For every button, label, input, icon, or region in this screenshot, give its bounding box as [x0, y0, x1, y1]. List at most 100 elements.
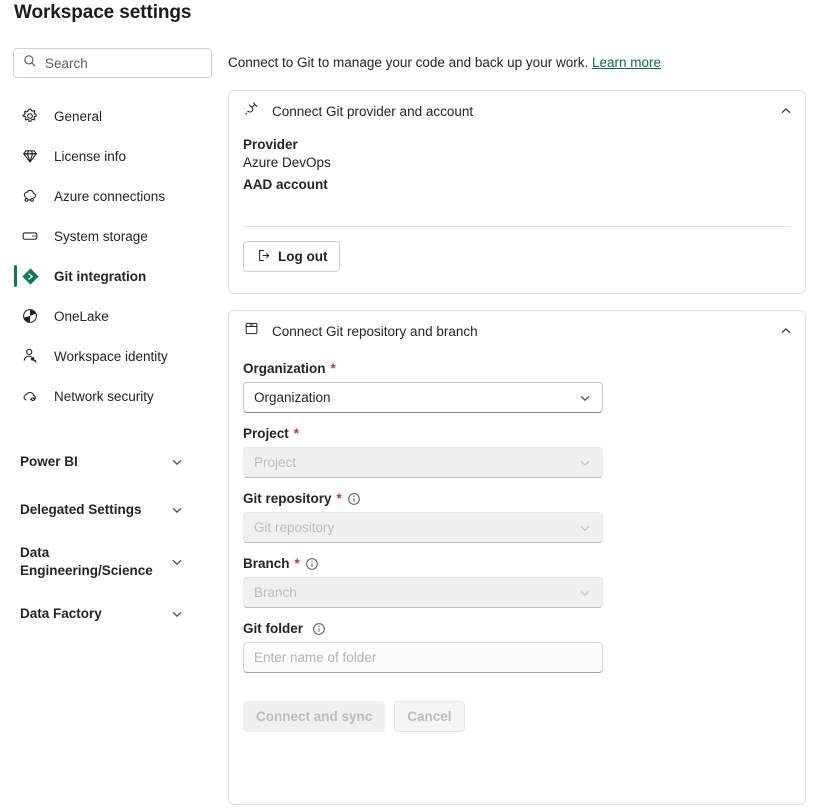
search-icon — [23, 54, 37, 73]
connect-git-provider-card: Connect Git provider and account Provide… — [228, 90, 806, 294]
project-dropdown[interactable]: Project — [243, 447, 603, 478]
info-icon[interactable] — [312, 622, 326, 636]
sidebar-group-delegated-settings[interactable]: Delegated Settings — [0, 486, 225, 534]
git-integration-panel: Connect to Git to manage your code and b… — [228, 0, 825, 810]
git-repository-dropdown[interactable]: Git repository — [243, 512, 603, 543]
project-placeholder: Project — [254, 455, 297, 470]
panel-description: Connect to Git to manage your code and b… — [228, 55, 661, 70]
search-placeholder: Search — [45, 55, 88, 71]
chevron-down-icon — [170, 555, 184, 569]
repo-card-actions: Connect and sync Cancel — [243, 701, 791, 732]
chevron-down-icon — [170, 607, 184, 621]
chevron-up-icon[interactable] — [779, 324, 793, 338]
organization-field-label: Organization * — [243, 361, 791, 376]
settings-sidebar: Search General License info Azure connec… — [0, 40, 225, 810]
organization-value: Organization — [254, 390, 331, 405]
branch-field-label: Branch * — [243, 556, 791, 571]
cancel-button[interactable]: Cancel — [394, 701, 465, 732]
connect-and-sync-button[interactable]: Connect and sync — [243, 701, 386, 732]
git-folder-label-text: Git folder — [243, 621, 303, 636]
workspace-settings-page: Workspace settings Search General Licens… — [0, 0, 825, 810]
cloud-link-icon — [20, 186, 40, 206]
git-repository-placeholder: Git repository — [254, 520, 335, 535]
sidebar-groups: Power BI Delegated Settings Data Enginee… — [0, 438, 225, 638]
info-icon[interactable] — [347, 492, 361, 506]
git-diamond-icon — [20, 266, 40, 286]
sidebar-group-label: Delegated Settings — [20, 501, 142, 517]
chevron-down-icon — [578, 456, 592, 470]
info-icon[interactable] — [305, 557, 319, 571]
sidebar-item-label: Network security — [54, 388, 154, 404]
repository-box-icon — [243, 320, 260, 342]
required-asterisk: * — [336, 491, 342, 506]
search-input[interactable]: Search — [13, 48, 212, 78]
project-field-label: Project * — [243, 426, 791, 441]
required-asterisk: * — [330, 361, 336, 376]
person-key-icon — [20, 346, 40, 366]
sidebar-item-workspace-identity[interactable]: Workspace identity — [0, 336, 225, 376]
repo-card-header[interactable]: Connect Git repository and branch — [229, 311, 805, 351]
chevron-down-icon — [578, 586, 592, 600]
aad-account-label: AAD account — [243, 177, 328, 192]
git-folder-placeholder: Enter name of folder — [254, 650, 377, 665]
branch-label-text: Branch — [243, 556, 290, 571]
provider-card-header[interactable]: Connect Git provider and account — [229, 91, 805, 131]
organization-label-text: Organization — [243, 361, 326, 376]
provider-card-title: Connect Git provider and account — [272, 103, 474, 119]
cloud-shield-icon — [20, 386, 40, 406]
provider-card-body: Provider Azure DevOps AAD account — [229, 137, 805, 192]
git-repository-field-label: Git repository * — [243, 491, 791, 506]
sidebar-item-onelake[interactable]: OneLake — [0, 296, 225, 336]
required-asterisk: * — [294, 556, 300, 571]
repo-card-body: Organization * Organization Project * Pr… — [229, 361, 805, 732]
git-folder-field-label: Git folder — [243, 621, 791, 636]
required-asterisk: * — [293, 426, 300, 441]
provider-label: Provider — [243, 137, 298, 152]
sidebar-group-label: Data Factory — [20, 605, 102, 621]
branch-placeholder: Branch — [254, 585, 297, 600]
learn-more-link[interactable]: Learn more — [592, 55, 661, 70]
description-text: Connect to Git to manage your code and b… — [228, 55, 589, 70]
sidebar-group-label: Data Engineering/Science — [20, 544, 153, 578]
storage-drive-icon — [20, 226, 40, 246]
organization-dropdown[interactable]: Organization — [243, 382, 603, 413]
git-repository-label-text: Git repository — [243, 491, 332, 506]
sidebar-item-git-integration[interactable]: Git integration — [0, 256, 225, 296]
sidebar-item-label: Azure connections — [54, 188, 166, 204]
sidebar-item-label: OneLake — [54, 308, 109, 324]
plug-connector-icon — [243, 100, 260, 122]
chevron-down-icon — [170, 503, 184, 517]
sidebar-group-power-bi[interactable]: Power BI — [0, 438, 225, 486]
sidebar-nav-list: General License info Azure connections S… — [0, 96, 225, 416]
sidebar-item-general[interactable]: General — [0, 96, 225, 136]
sidebar-item-label: Workspace identity — [54, 348, 168, 364]
gem-icon — [20, 146, 40, 166]
branch-dropdown[interactable]: Branch — [243, 577, 603, 608]
log-out-button[interactable]: Log out — [243, 241, 341, 272]
sidebar-item-label: License info — [54, 148, 127, 164]
sidebar-item-system-storage[interactable]: System storage — [0, 216, 225, 256]
project-label-text: Project — [243, 426, 289, 441]
sidebar-item-azure-connections[interactable]: Azure connections — [0, 176, 225, 216]
chevron-down-icon — [578, 391, 592, 405]
sidebar-item-license-info[interactable]: License info — [0, 136, 225, 176]
gear-icon — [20, 106, 40, 126]
provider-value: Azure DevOps — [243, 155, 331, 170]
log-out-label: Log out — [278, 249, 328, 264]
sidebar-group-data-engineering-science[interactable]: Data Engineering/Science — [0, 534, 225, 590]
page-title: Workspace settings — [14, 2, 192, 23]
chevron-down-icon — [170, 455, 184, 469]
sidebar-item-network-security[interactable]: Network security — [0, 376, 225, 416]
sign-out-icon — [256, 248, 271, 266]
sidebar-item-label: General — [54, 108, 103, 124]
sidebar-item-label: Git integration — [54, 268, 147, 284]
sidebar-group-data-factory[interactable]: Data Factory — [0, 590, 225, 638]
connect-git-repository-card: Connect Git repository and branch Organi… — [228, 310, 806, 805]
chevron-up-icon[interactable] — [779, 104, 793, 118]
chevron-down-icon — [578, 521, 592, 535]
onelake-icon — [20, 306, 40, 326]
sidebar-item-label: System storage — [54, 228, 148, 244]
git-folder-input[interactable]: Enter name of folder — [243, 642, 603, 673]
sidebar-group-label: Power BI — [20, 453, 78, 469]
repo-card-title: Connect Git repository and branch — [272, 323, 478, 339]
